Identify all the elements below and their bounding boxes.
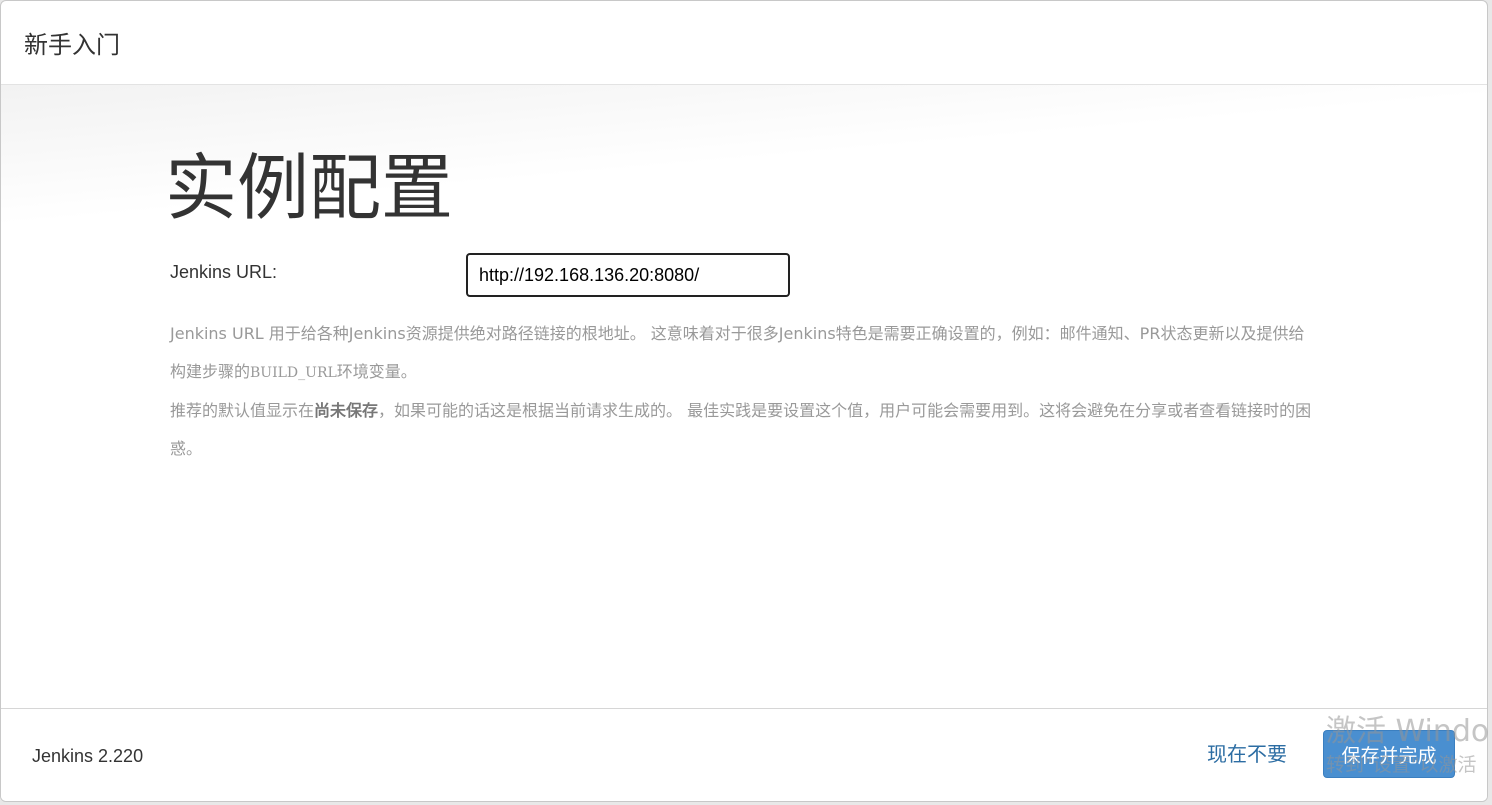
dialog-title: 新手入门	[24, 31, 120, 59]
jenkins-url-input[interactable]	[466, 253, 790, 297]
help-text: Jenkins URL 用于给各种Jenkins资源提供绝对路径链接的根地址。 …	[170, 315, 1320, 468]
jenkins-url-label: Jenkins URL:	[170, 262, 278, 282]
build-url-code: BUILD_URL	[250, 365, 337, 381]
dialog-header: 新手入门	[1, 1, 1487, 85]
page-heading: 实例配置	[165, 146, 454, 230]
not-saved-strong: 尚未保存	[314, 401, 379, 420]
help-paragraph-1: Jenkins URL 用于给各种Jenkins资源提供绝对路径链接的根地址。 …	[170, 324, 1305, 381]
save-and-finish-button[interactable]: 保存并完成	[1323, 730, 1455, 778]
dialog-footer: Jenkins 2.220 现在不要 保存并完成	[1, 708, 1487, 801]
setup-wizard-dialog: 新手入门 实例配置 Jenkins URL: Jenkins URL 用于给各种…	[0, 0, 1488, 802]
jenkins-version: Jenkins 2.220	[32, 746, 144, 766]
help-paragraph-2: 推荐的默认值显示在尚未保存，如果可能的话这是根据当前请求生成的。 最佳实践是要设…	[170, 401, 1312, 458]
dialog-body: 实例配置 Jenkins URL: Jenkins URL 用于给各种Jenki…	[1, 85, 1487, 710]
skip-button[interactable]: 现在不要	[1207, 741, 1287, 767]
